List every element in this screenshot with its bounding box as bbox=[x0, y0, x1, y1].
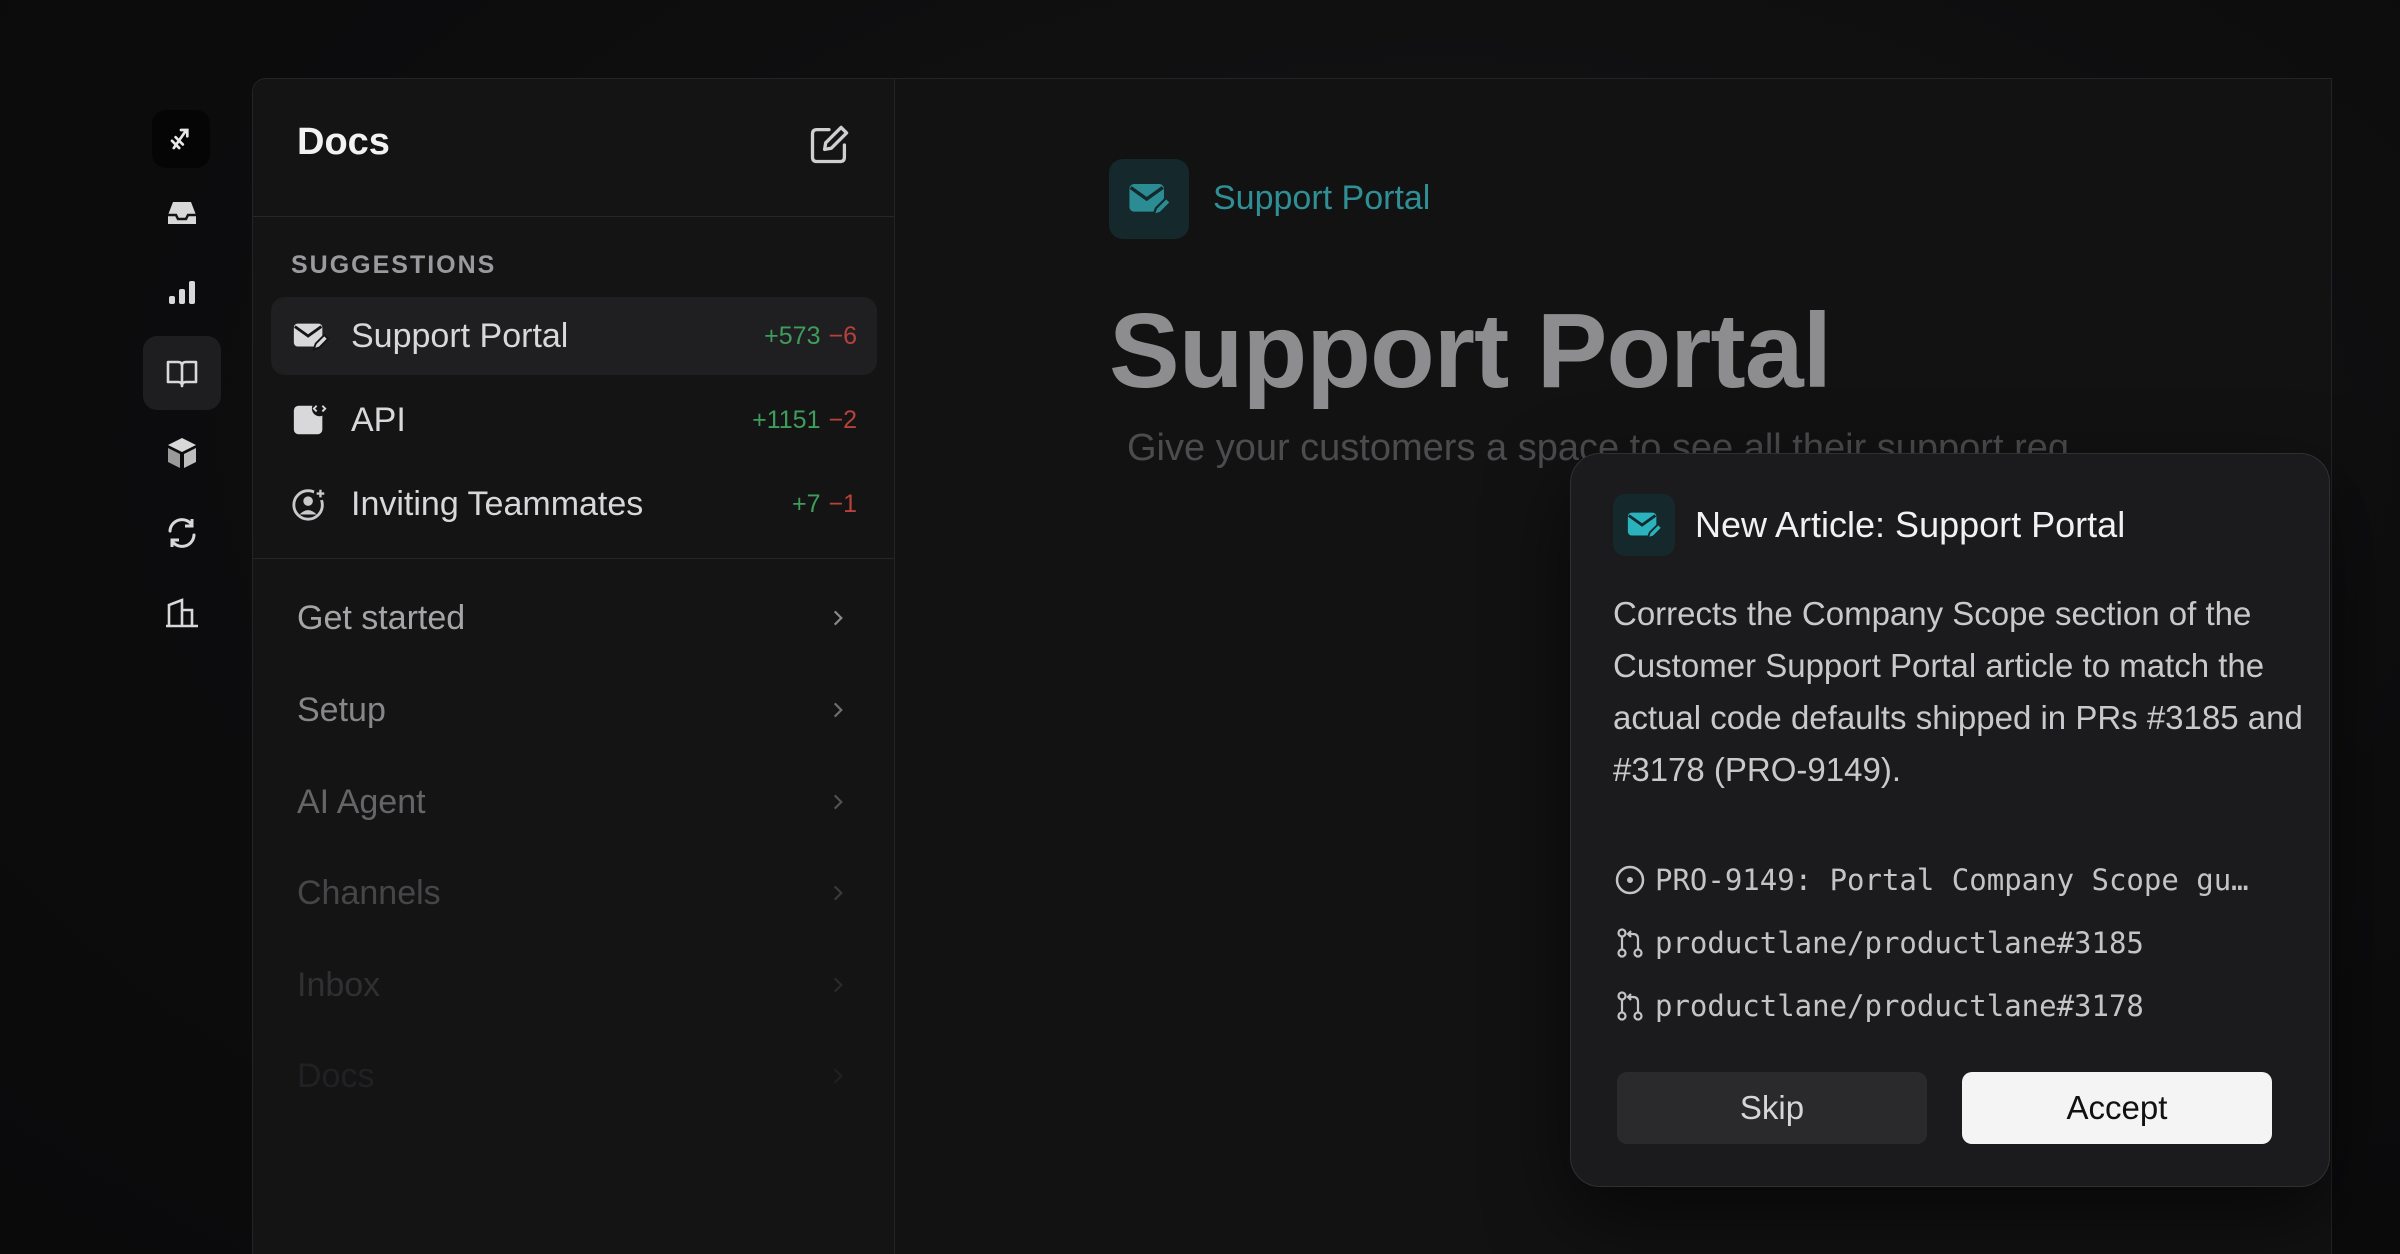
suggestion-dialog: New Article: Support Portal Corrects the… bbox=[1570, 453, 2330, 1187]
nav-setup[interactable]: Setup bbox=[297, 680, 857, 740]
mail-edit-icon bbox=[293, 323, 329, 351]
nav-label: Get started bbox=[297, 598, 466, 637]
chart-icon[interactable] bbox=[143, 256, 221, 330]
nav-ai-agent[interactable]: AI Agent bbox=[297, 772, 857, 832]
linked-pull-request[interactable]: productlane/productlane#3185 bbox=[1613, 921, 2144, 965]
code-file-icon bbox=[293, 401, 328, 435]
section-divider bbox=[253, 558, 895, 559]
diff-count: +7 −1 bbox=[792, 490, 857, 519]
mail-edit-icon bbox=[1613, 494, 1675, 556]
cube-icon[interactable] bbox=[143, 416, 221, 490]
nav-get-started[interactable]: Get started bbox=[297, 588, 857, 648]
nav-channels[interactable]: Channels bbox=[297, 863, 857, 923]
deletions: −6 bbox=[828, 321, 857, 350]
issue-icon bbox=[1615, 865, 1645, 895]
inbox-icon[interactable] bbox=[143, 176, 221, 250]
suggestion-support-portal[interactable]: Support Portal +573 −6 bbox=[271, 297, 877, 375]
logo-icon[interactable] bbox=[152, 110, 210, 168]
ref-text: productlane/productlane#3178 bbox=[1655, 989, 2144, 1023]
nav-label: Channels bbox=[297, 873, 441, 912]
suggestion-inviting-teammates[interactable]: Inviting Teammates +7 −1 bbox=[271, 465, 877, 543]
suggestion-label: Inviting Teammates bbox=[351, 484, 644, 523]
pull-request-icon bbox=[1617, 991, 1643, 1021]
compose-icon[interactable] bbox=[807, 123, 851, 167]
nav-docs[interactable]: Docs bbox=[297, 1046, 857, 1106]
additions: +573 bbox=[764, 321, 821, 350]
book-icon[interactable] bbox=[143, 336, 221, 410]
additions: +7 bbox=[791, 489, 821, 518]
ref-text: productlane/productlane#3185 bbox=[1655, 926, 2144, 960]
chevron-right-icon bbox=[833, 885, 843, 901]
mail-edit-icon bbox=[1109, 159, 1189, 239]
refresh-icon[interactable] bbox=[143, 496, 221, 570]
chevron-right-icon bbox=[833, 794, 843, 810]
chevron-right-icon bbox=[833, 977, 843, 993]
chevron-right-icon bbox=[833, 1068, 843, 1084]
nav-inbox[interactable]: Inbox bbox=[297, 955, 857, 1015]
linked-pull-request[interactable]: productlane/productlane#3178 bbox=[1613, 984, 2144, 1028]
skip-button[interactable]: Skip bbox=[1617, 1072, 1927, 1144]
suggestion-api[interactable]: API +1151 −2 bbox=[271, 381, 877, 459]
app-stage: Docs SUGGESTIONS Support Portal +573 −6 A… bbox=[0, 0, 2400, 1254]
deletions: −1 bbox=[828, 489, 857, 518]
accept-button[interactable]: Accept bbox=[1962, 1072, 2272, 1144]
nav-label: AI Agent bbox=[297, 782, 426, 821]
suggestion-label: Support Portal bbox=[351, 316, 569, 355]
nav-label: Docs bbox=[297, 1056, 375, 1095]
nav-label: Setup bbox=[297, 690, 386, 729]
docs-sidebar: Docs SUGGESTIONS Support Portal +573 −6 A… bbox=[253, 79, 895, 1254]
building-icon[interactable] bbox=[143, 576, 221, 650]
dialog-description: Corrects the Company Scope section of th… bbox=[1613, 595, 2303, 788]
diff-count: +1151 −2 bbox=[752, 406, 857, 435]
dialog-title: New Article: Support Portal bbox=[1695, 504, 2126, 545]
nav-label: Inbox bbox=[297, 965, 381, 1004]
breadcrumb[interactable]: Support Portal bbox=[1213, 179, 1430, 218]
ref-text: PRO-9149: Portal Company Scope gu… bbox=[1655, 863, 2249, 897]
pull-request-icon bbox=[1617, 928, 1643, 958]
user-add-icon bbox=[292, 486, 328, 521]
chevron-right-icon bbox=[833, 702, 843, 718]
deletions: −2 bbox=[828, 405, 857, 434]
sidebar-header: Docs bbox=[253, 79, 894, 217]
diff-count: +573 −6 bbox=[764, 322, 857, 351]
suggestions-heading: SUGGESTIONS bbox=[291, 251, 497, 279]
sidebar-title: Docs bbox=[297, 121, 390, 163]
suggestion-label: API bbox=[351, 400, 406, 439]
additions: +1151 bbox=[752, 405, 821, 434]
chevron-right-icon bbox=[833, 610, 843, 626]
linked-issue[interactable]: PRO-9149: Portal Company Scope gu… bbox=[1613, 858, 2249, 902]
page-title: Support Portal bbox=[1109, 292, 1832, 410]
